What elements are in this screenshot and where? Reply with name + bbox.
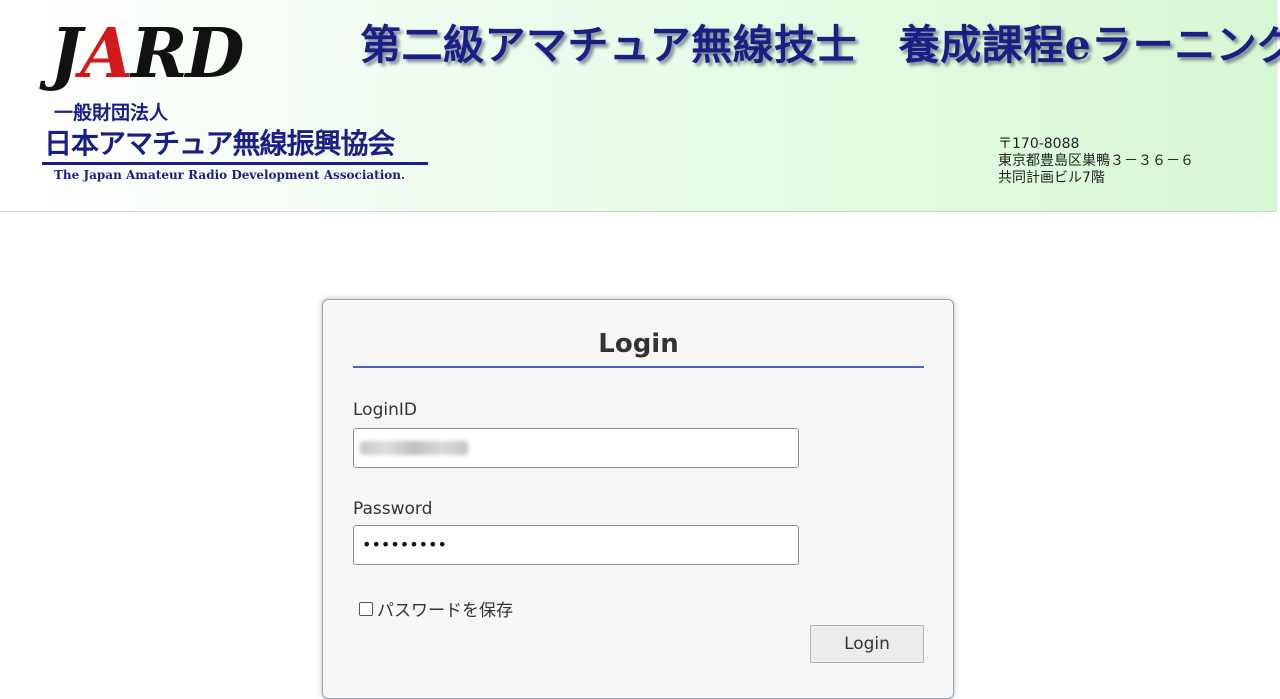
login-id-label: LoginID bbox=[353, 400, 417, 420]
login-id-redacted-value bbox=[360, 441, 468, 455]
remember-password-label: パスワードを保存 bbox=[377, 601, 513, 621]
login-title: Login bbox=[598, 329, 679, 359]
address-line2: 共同計画ビル7階 bbox=[998, 170, 1105, 186]
org-name-underline bbox=[42, 162, 428, 165]
login-panel: Login LoginID Password ••••••••• パスワードを保… bbox=[322, 299, 954, 699]
org-name-english: The Japan Amateur Radio Development Asso… bbox=[54, 168, 406, 182]
password-input[interactable]: ••••••••• bbox=[353, 525, 799, 565]
address-line1: 東京都豊島区巣鴨３－３６－６ bbox=[998, 153, 1194, 169]
login-button[interactable]: Login bbox=[810, 625, 924, 663]
password-masked-value: ••••••••• bbox=[362, 535, 447, 554]
remember-password-control[interactable]: パスワードを保存 bbox=[359, 596, 513, 621]
address-postal: 〒170-8088 bbox=[998, 136, 1080, 152]
login-title-underline bbox=[353, 366, 924, 368]
password-label: Password bbox=[353, 499, 433, 519]
org-address: 〒170-8088 東京都豊島区巣鴨３－３６－６ 共同計画ビル7階 bbox=[998, 136, 1194, 187]
org-type-label: 一般財団法人 bbox=[54, 102, 169, 124]
login-id-input[interactable] bbox=[353, 428, 799, 468]
jard-logo-text: JARD bbox=[50, 14, 244, 94]
site-header: JARD 一般財団法人 日本アマチュア無線振興協会 The Japan Amat… bbox=[0, 0, 1280, 212]
jard-logo: JARD bbox=[42, 14, 247, 94]
site-title: 第二級アマチュア無線技士 養成課程eラーニング bbox=[360, 21, 1280, 69]
org-name: 日本アマチュア無線振興協会 bbox=[44, 127, 395, 160]
remember-password-checkbox[interactable] bbox=[359, 601, 373, 616]
